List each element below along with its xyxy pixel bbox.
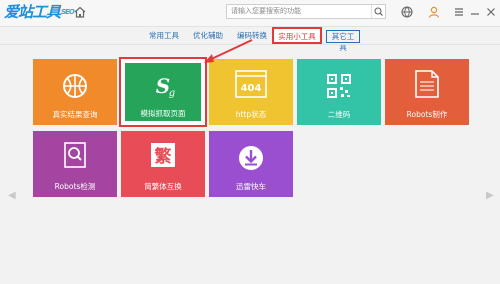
svg-text:g: g <box>169 88 175 99</box>
robots-check-icon <box>64 142 86 168</box>
user-icon[interactable] <box>427 5 441 19</box>
svg-text:繁: 繁 <box>154 146 173 167</box>
tile-fanjian-convert[interactable]: 繁 简繁体互换 <box>121 131 205 197</box>
tile-label: 真实结果查询 <box>52 110 98 119</box>
tab-utility-tools[interactable]: 实用小工具 <box>272 27 322 44</box>
tile-label: http状态 <box>235 110 267 119</box>
home-icon[interactable] <box>73 5 87 19</box>
spider-icon: S g <box>156 74 175 99</box>
http-status-icon: 404 <box>235 70 267 98</box>
annotation-arrow <box>204 39 253 63</box>
svg-text:404: 404 <box>241 83 262 94</box>
tile-http-status[interactable]: 404 http状态 <box>209 59 293 125</box>
search-icon <box>374 7 383 16</box>
tab-other-tools[interactable]: 其它工具 <box>326 30 360 52</box>
tile-label: 模拟抓取页面 <box>140 109 186 118</box>
prev-page-arrow[interactable]: ◀ <box>8 190 16 201</box>
fanjian-icon: 繁 <box>151 143 175 167</box>
tile-label: Robots制作 <box>406 110 448 119</box>
globe-icon[interactable] <box>400 5 414 19</box>
menu-icon[interactable] <box>452 5 466 19</box>
tile-robots-check[interactable]: Robots检测 <box>33 131 117 197</box>
tile-label: 迅雷快车 <box>236 182 266 191</box>
tile-label: 简繁体互换 <box>144 182 182 191</box>
search-placeholder: 请输入您要搜索的功能 <box>231 7 301 15</box>
tile-label: 二维码 <box>327 110 351 119</box>
app-logo: 爱站工具SEO <box>4 3 75 21</box>
tile-robots-make[interactable]: Robots制作 <box>385 59 469 125</box>
tile-simulate-crawl[interactable]: S g 模拟抓取页面 <box>119 57 207 127</box>
tile-label: Robots检测 <box>54 182 96 191</box>
next-page-arrow[interactable]: ▶ <box>486 190 494 201</box>
tile-thunder-download[interactable]: 迅雷快车 <box>209 131 293 197</box>
basketball-icon <box>63 74 87 98</box>
close-icon[interactable] <box>484 5 498 19</box>
tab-common-tools[interactable]: 常用工具 <box>143 29 185 42</box>
robots-make-icon <box>415 70 439 98</box>
search-button[interactable] <box>371 5 385 18</box>
qrcode-icon <box>327 74 351 98</box>
download-icon <box>239 146 263 170</box>
tile-qrcode[interactable]: 二维码 <box>297 59 381 125</box>
minimize-icon[interactable] <box>468 5 482 19</box>
search-input[interactable]: 请输入您要搜索的功能 <box>226 4 386 19</box>
tile-real-result-query[interactable]: 真实结果查询 <box>33 59 117 125</box>
top-bar: 爱站工具SEO 请输入您要搜索的功能 <box>0 0 500 27</box>
